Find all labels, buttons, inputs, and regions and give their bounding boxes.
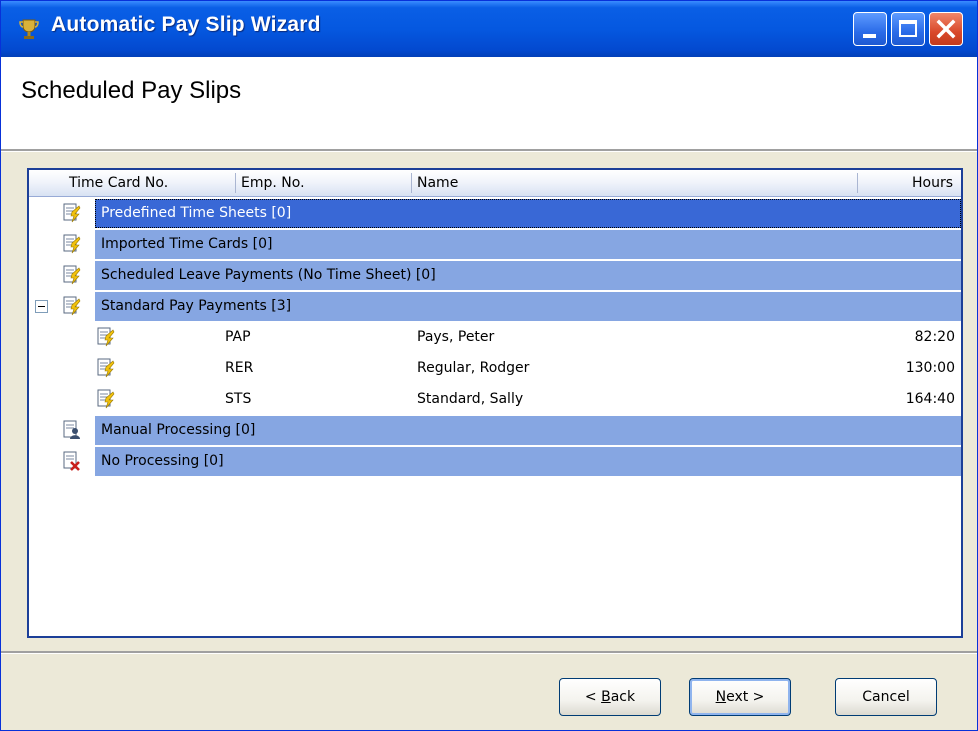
table-row[interactable]: PAP Pays, Peter 82:20 (29, 322, 961, 353)
tree-group-predefined-time-sheets[interactable]: Predefined Time Sheets [0] (29, 198, 961, 229)
column-name[interactable]: Name (411, 170, 857, 196)
next-button[interactable]: Next > (689, 678, 791, 716)
group-label: No Processing [0] (101, 453, 224, 469)
pay-slip-tree[interactable]: Time Card No. Emp. No. Name Hours Predef… (27, 168, 963, 638)
tree-group-manual-processing[interactable]: Manual Processing [0] (29, 415, 961, 446)
minimize-button[interactable] (853, 12, 887, 46)
manual-processing-icon (63, 420, 80, 439)
window-title: Automatic Pay Slip Wizard (51, 13, 321, 36)
name-cell: Regular, Rodger (417, 360, 530, 376)
hours-cell: 130:00 (905, 360, 955, 376)
name-cell: Standard, Sally (417, 391, 524, 407)
timesheet-icon (97, 327, 115, 347)
cancel-button[interactable]: Cancel (835, 678, 937, 716)
minus-icon (38, 306, 45, 307)
timesheet-icon (97, 358, 115, 378)
tree-group-no-processing[interactable]: No Processing [0] (29, 446, 961, 477)
timesheet-icon (63, 265, 81, 285)
group-label: Scheduled Leave Payments (No Time Sheet)… (101, 267, 436, 283)
title-bar[interactable]: Automatic Pay Slip Wizard (1, 1, 977, 57)
emp-no-cell: PAP (225, 329, 251, 345)
close-icon (936, 19, 956, 39)
group-label: Imported Time Cards [0] (101, 236, 273, 252)
column-time-card-no[interactable]: Time Card No. (29, 170, 235, 196)
timesheet-icon (97, 389, 115, 409)
timesheet-icon (63, 234, 81, 254)
next-label-access-key: N (715, 689, 727, 705)
tree-group-imported-time-cards[interactable]: Imported Time Cards [0] (29, 229, 961, 260)
column-hours[interactable]: Hours (857, 170, 961, 196)
back-label-rest: ack (610, 689, 636, 705)
group-band (95, 447, 961, 476)
timesheet-icon (63, 203, 81, 223)
hours-cell: 82:20 (914, 329, 955, 345)
emp-no-cell: RER (225, 360, 254, 376)
collapse-toggle[interactable] (35, 300, 48, 313)
group-label: Manual Processing [0] (101, 422, 256, 438)
group-label: Standard Pay Payments [3] (101, 298, 292, 314)
minimize-icon (863, 34, 876, 38)
emp-no-cell: STS (225, 391, 252, 407)
table-row[interactable]: RER Regular, Rodger 130:00 (29, 353, 961, 384)
next-label-rest: ext > (726, 689, 765, 705)
group-label: Predefined Time Sheets [0] (101, 205, 292, 221)
tree-group-standard-pay-payments[interactable]: Standard Pay Payments [3] (29, 291, 961, 322)
back-label-prefix: < (584, 689, 602, 705)
trophy-icon (19, 19, 39, 39)
no-processing-icon (63, 451, 80, 471)
close-button[interactable] (929, 12, 963, 46)
back-button[interactable]: < Back (559, 678, 661, 716)
column-emp-no[interactable]: Emp. No. (235, 170, 411, 196)
back-label-access-key: B (601, 689, 611, 705)
page-title: Scheduled Pay Slips (21, 77, 242, 104)
hours-cell: 164:40 (905, 391, 955, 407)
timesheet-icon (63, 296, 81, 316)
wizard-body: Time Card No. Emp. No. Name Hours Predef… (1, 152, 977, 651)
column-header: Time Card No. Emp. No. Name Hours (29, 170, 961, 197)
wizard-footer: < Back Next > Cancel (1, 654, 977, 730)
wizard-window: Automatic Pay Slip Wizard Scheduled Pay … (0, 0, 978, 731)
table-row[interactable]: STS Standard, Sally 164:40 (29, 384, 961, 415)
wizard-header: Scheduled Pay Slips (1, 57, 977, 151)
maximize-button[interactable] (891, 12, 925, 46)
name-cell: Pays, Peter (417, 329, 495, 345)
maximize-icon (899, 20, 917, 37)
tree-group-scheduled-leave-payments[interactable]: Scheduled Leave Payments (No Time Sheet)… (29, 260, 961, 291)
